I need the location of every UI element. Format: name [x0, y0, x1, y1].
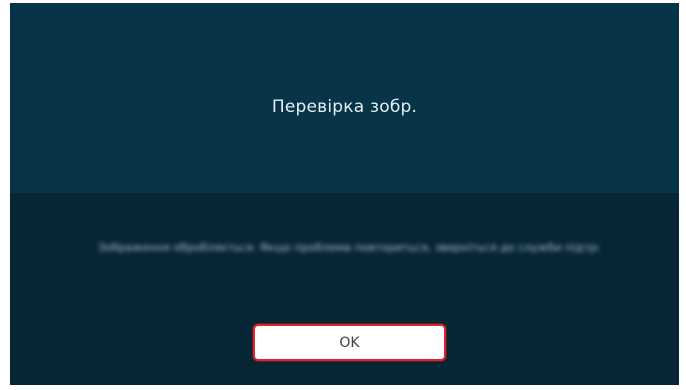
dialog-title: Перевірка зобр. — [271, 97, 418, 117]
picture-test-dialog: Перевірка зобр. Зображення обробляється.… — [10, 3, 679, 385]
dialog-header-panel: Перевірка зобр. — [10, 3, 679, 193]
dialog-body-panel: Зображення обробляється. Якщо проблема п… — [10, 193, 679, 385]
dialog-message: Зображення обробляється. Якщо проблема п… — [98, 241, 598, 254]
ok-button[interactable]: OK — [253, 324, 446, 361]
